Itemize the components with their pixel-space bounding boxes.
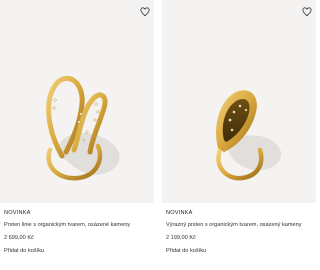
product-price: 2 699,00 Kč xyxy=(4,235,34,241)
product-image-1[interactable] xyxy=(0,0,154,203)
product-title[interactable]: Výrazný prsten s organickým tvarem, osáz… xyxy=(166,222,302,228)
add-to-cart-link[interactable]: Přidat do košíku xyxy=(4,248,44,254)
heart-icon[interactable] xyxy=(140,7,150,17)
ring-organic-image xyxy=(216,90,282,181)
product-price: 2 199,00 Kč xyxy=(166,235,196,241)
add-to-cart-link[interactable]: Přidat do košíku xyxy=(166,248,206,254)
product-title[interactable]: Prsten linie s organickým tvarem, osázen… xyxy=(4,222,130,228)
product-card-1[interactable]: NOVINKA Prsten linie s organickým tvarem… xyxy=(0,0,154,270)
heart-icon[interactable] xyxy=(302,7,312,17)
new-badge: NOVINKA xyxy=(4,210,31,216)
ring-linie-image xyxy=(46,75,120,181)
new-badge: NOVINKA xyxy=(166,210,193,216)
product-card-2[interactable]: NOVINKA Výrazný prsten s organickým tvar… xyxy=(162,0,316,270)
product-image-2[interactable] xyxy=(162,0,316,203)
